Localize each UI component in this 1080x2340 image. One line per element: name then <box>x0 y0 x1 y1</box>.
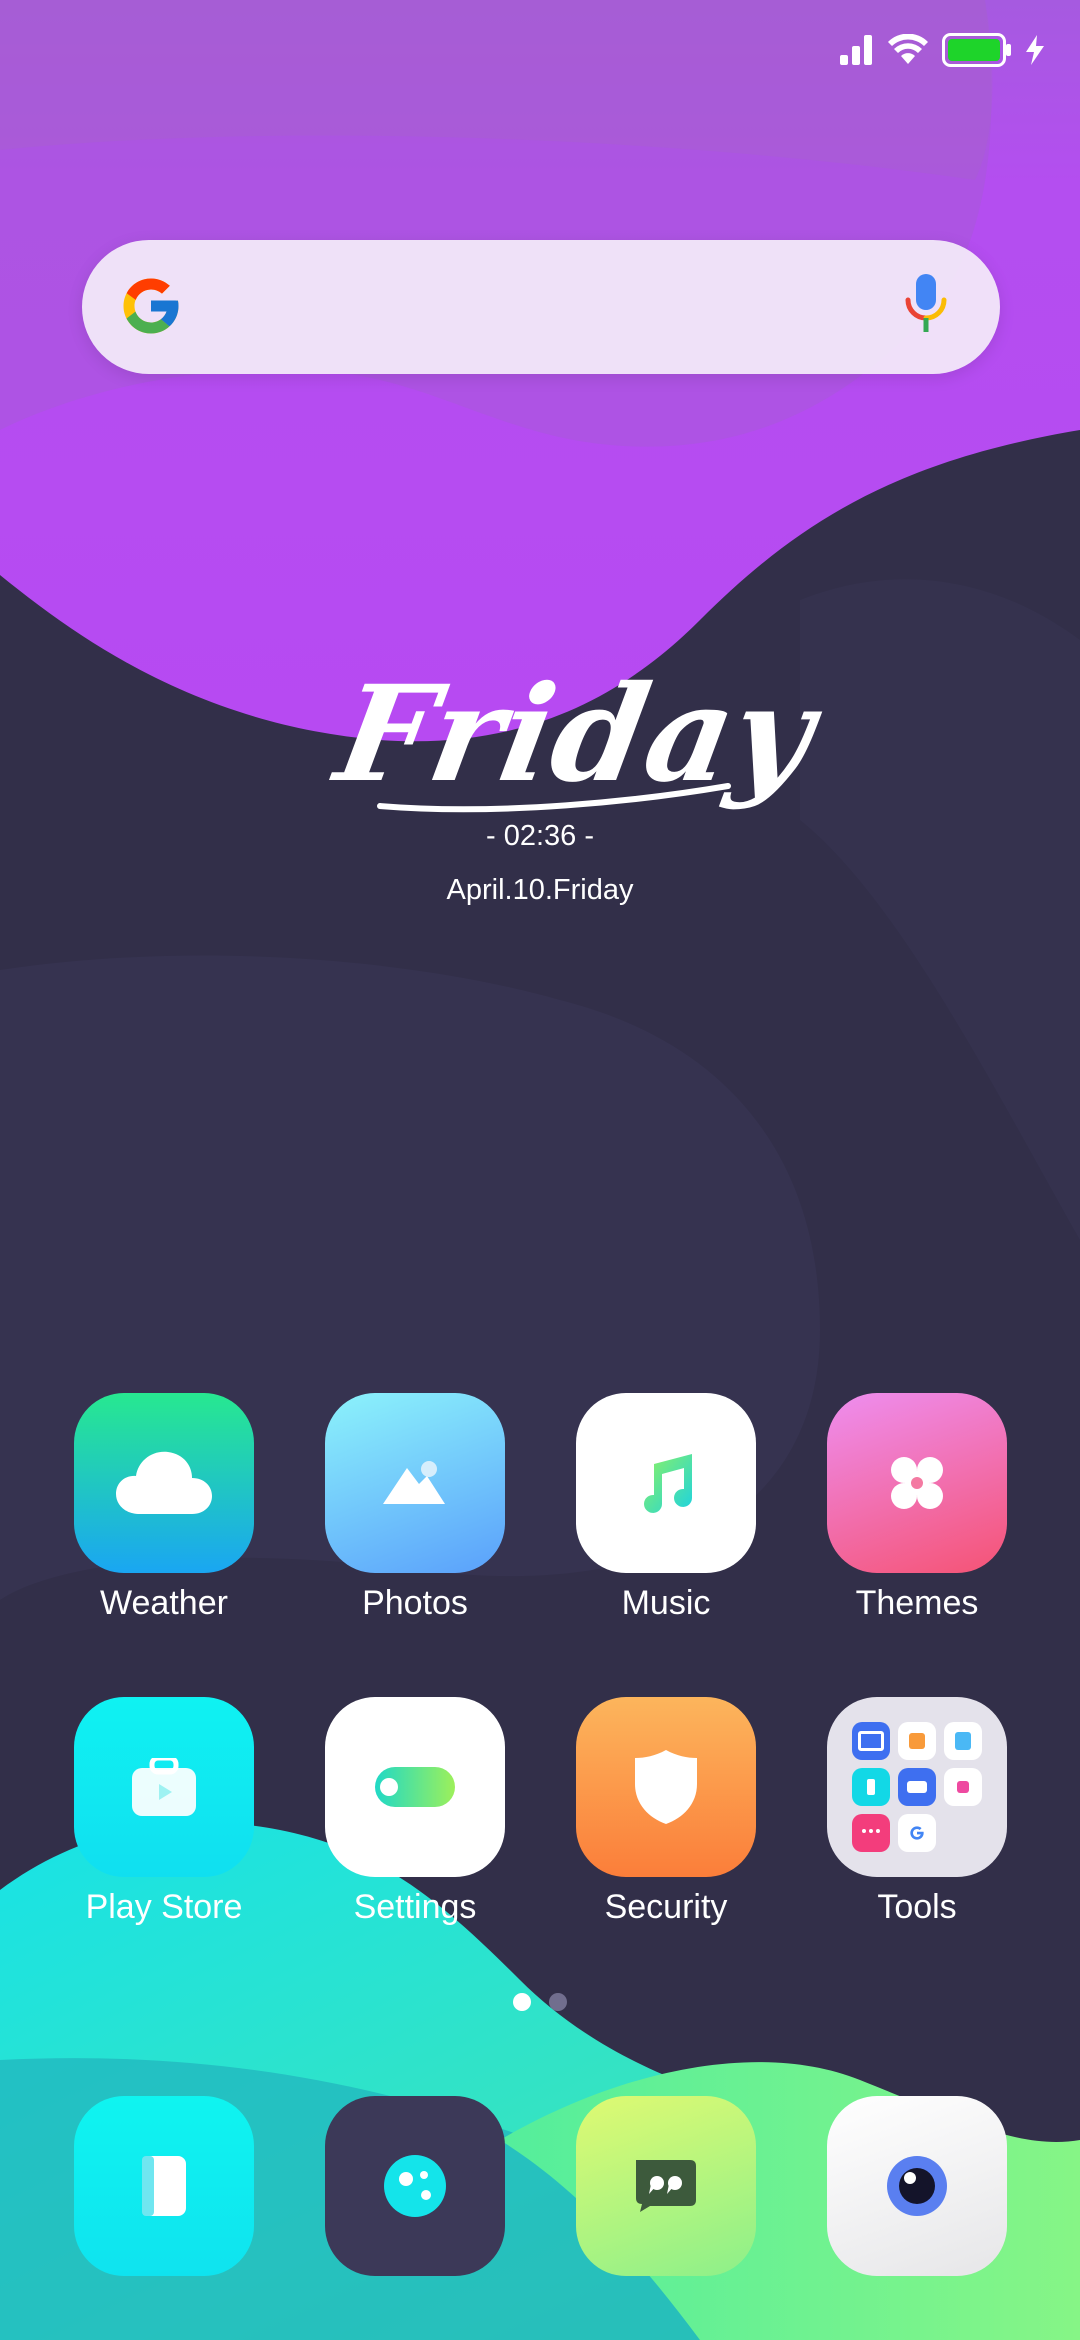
cloud-icon <box>74 1393 254 1573</box>
app-label: Themes <box>855 1584 979 1622</box>
app-label: Weather <box>100 1584 228 1622</box>
shopping-bag-play-icon <box>74 1697 254 1877</box>
app-label: Play Store <box>85 1888 243 1926</box>
app-label: Settings <box>353 1888 477 1926</box>
app-folder-tools[interactable]: Tools <box>817 1697 1017 1929</box>
folder-mini-app-icon <box>852 1814 890 1852</box>
dock-messages[interactable] <box>566 2096 766 2276</box>
dock-browser[interactable] <box>315 2096 515 2276</box>
page-indicator[interactable] <box>0 1993 1080 2011</box>
clock-date: April.10.Friday <box>446 874 634 906</box>
app-label: Photos <box>362 1584 468 1622</box>
page-dot-active[interactable] <box>513 1993 531 2011</box>
shield-icon <box>576 1697 756 1877</box>
app-themes[interactable]: Themes <box>817 1393 1017 1625</box>
folder-icon <box>827 1697 1007 1877</box>
folder-mini-google-icon <box>898 1814 936 1852</box>
google-search-bar[interactable] <box>82 240 1000 374</box>
app-music[interactable]: Music <box>566 1393 766 1625</box>
google-g-icon <box>118 273 184 344</box>
music-note-icon <box>576 1393 756 1573</box>
page-dot[interactable] <box>549 1993 567 2011</box>
toggle-icon <box>325 1697 505 1877</box>
clock-time: - 02:36 - <box>486 820 594 852</box>
folder-mini-app-icon <box>852 1722 890 1760</box>
app-label: Music <box>621 1584 711 1622</box>
phone-book-icon <box>74 2096 254 2276</box>
app-photos[interactable]: Photos <box>315 1393 515 1625</box>
status-bar <box>840 28 1044 72</box>
folder-mini-app-icon <box>852 1768 890 1806</box>
battery-icon <box>942 33 1012 67</box>
dock-camera[interactable] <box>817 2096 1017 2276</box>
chat-bubble-dots-icon <box>325 2096 505 2276</box>
signal-icon <box>840 35 874 65</box>
app-weather[interactable]: Weather <box>64 1393 264 1625</box>
app-settings[interactable]: Settings <box>315 1697 515 1929</box>
folder-mini-app-icon <box>944 1722 982 1760</box>
folder-mini-app-icon <box>898 1768 936 1806</box>
charging-icon <box>1026 35 1044 65</box>
app-security[interactable]: Security <box>566 1697 766 1929</box>
folder-mini-app-icon <box>944 1768 982 1806</box>
app-label: Tools <box>877 1888 957 1926</box>
camera-eye-icon <box>827 2096 1007 2276</box>
mountain-photo-icon <box>325 1393 505 1573</box>
wifi-icon <box>888 34 928 66</box>
dock-phone[interactable] <box>64 2096 264 2276</box>
themes-icon <box>827 1393 1007 1573</box>
microphone-icon[interactable] <box>904 274 948 341</box>
message-quote-icon <box>576 2096 756 2276</box>
app-label: Security <box>604 1888 728 1926</box>
folder-mini-app-icon <box>898 1722 936 1760</box>
app-play-store[interactable]: Play Store <box>64 1697 264 1929</box>
